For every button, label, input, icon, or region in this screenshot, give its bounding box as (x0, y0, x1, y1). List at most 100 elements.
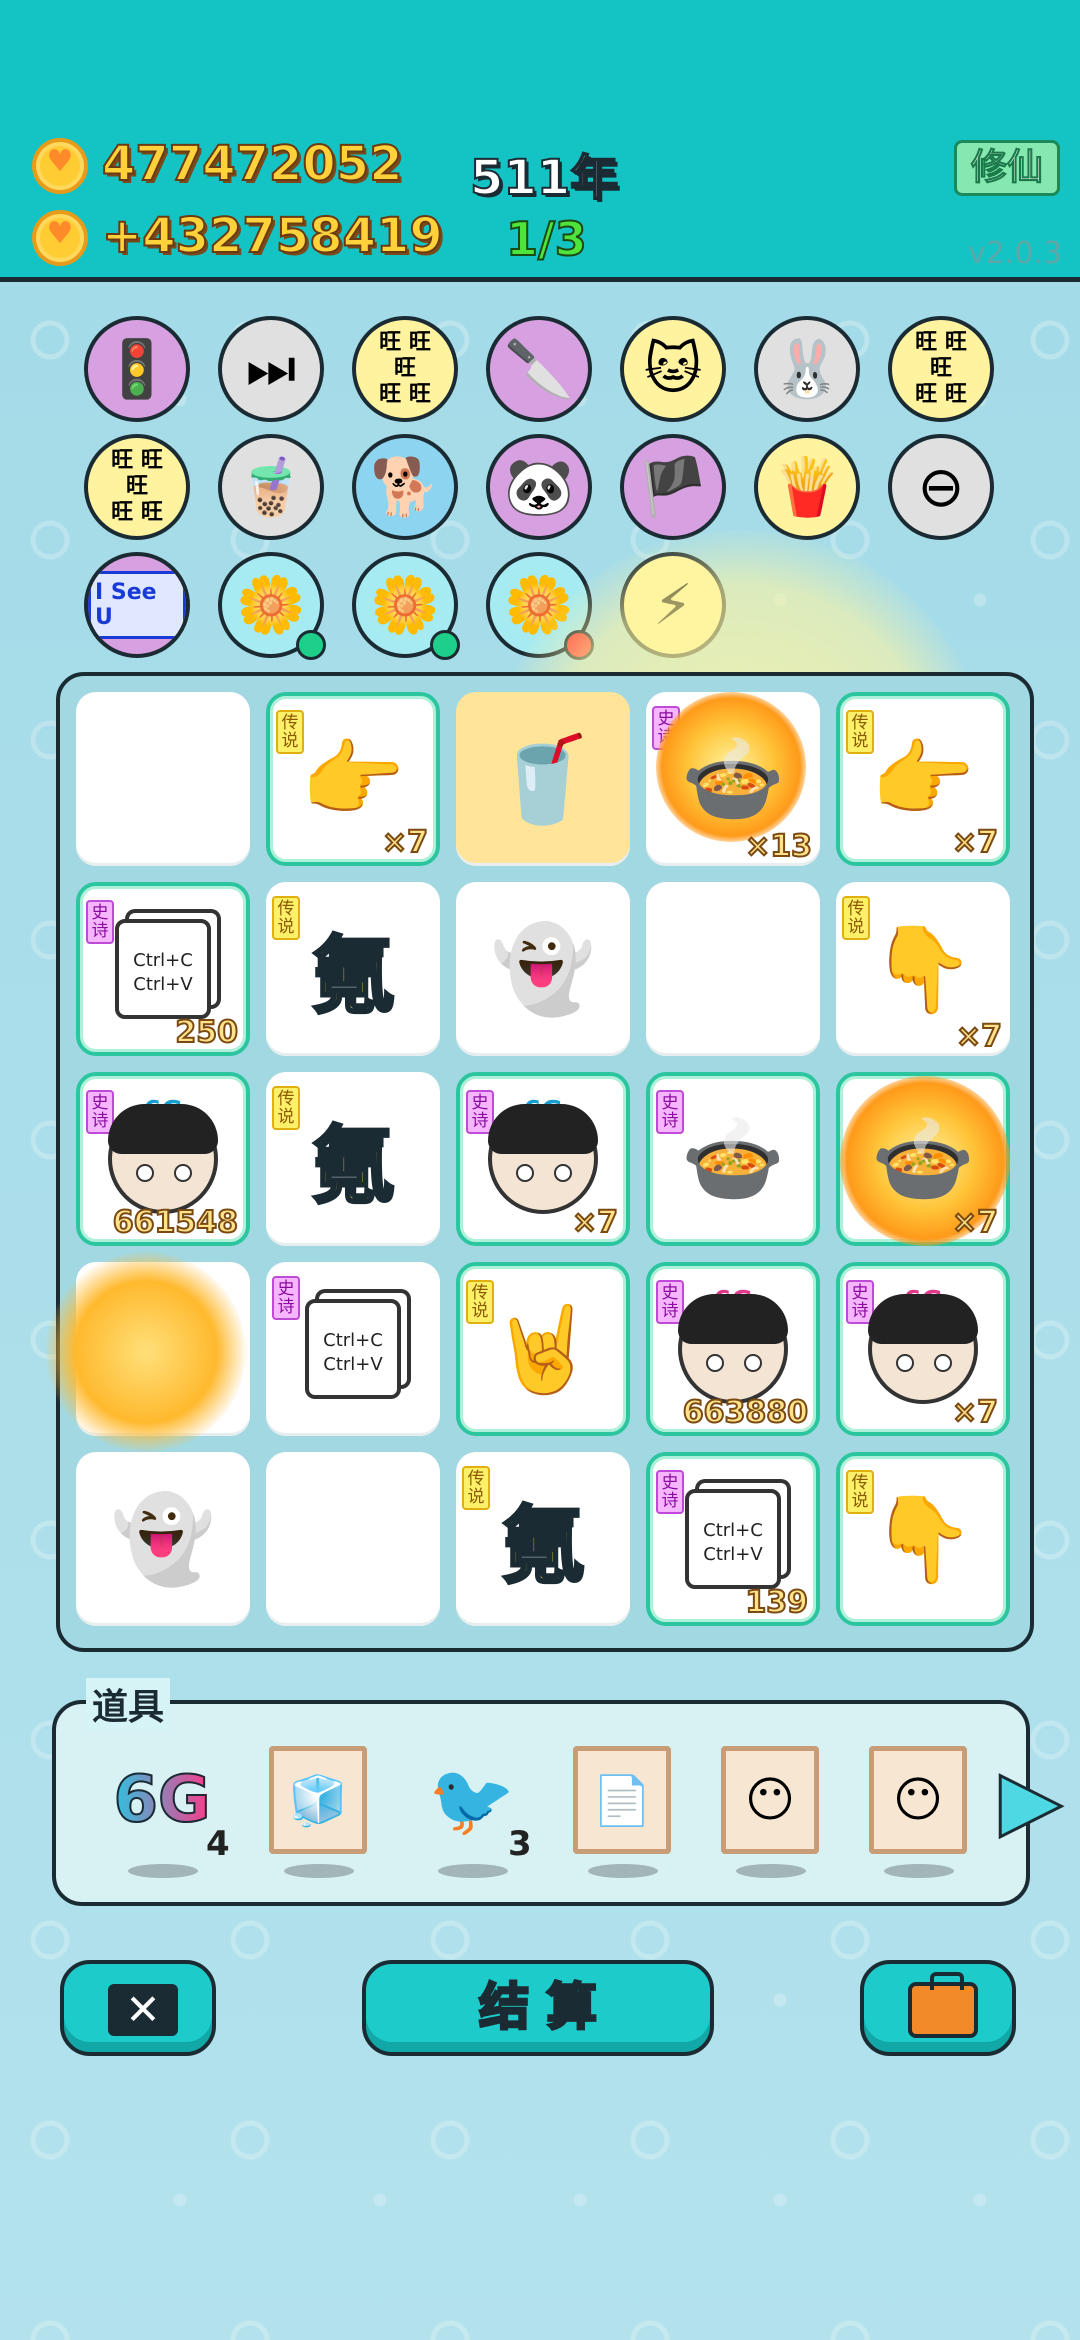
cell-count: ×7 (955, 1018, 1003, 1055)
board-cell[interactable]: 史诗 Ctrl+C Ctrl+V (266, 1262, 440, 1436)
item-shadow (884, 1864, 954, 1878)
board-cell-empty[interactable] (266, 1452, 440, 1626)
flower-pot-icon[interactable]: 🌼 (218, 552, 326, 660)
wang-grid-icon[interactable]: 旺 旺旺旺 旺 (352, 316, 458, 422)
cell-count: 250 (174, 1014, 239, 1051)
ghost-icon: 👻 (110, 1489, 216, 1588)
cell-count: 661548 (112, 1204, 239, 1241)
wang-grid-icon[interactable]: 旺 旺旺旺 旺 (84, 434, 190, 540)
board-cell[interactable]: 传说 🤘 (456, 1262, 630, 1436)
board-cell[interactable]: 🍲 ×7 (836, 1072, 1010, 1246)
cell-count: ×7 (951, 1394, 999, 1431)
board-cell[interactable]: 史诗 6G ×7 (456, 1072, 630, 1246)
cell-count: ×7 (951, 1204, 999, 1241)
coins-rate: +432758419 (101, 207, 444, 265)
board-cell[interactable]: 🥤 (456, 692, 630, 866)
krypton-char: 氪 (309, 925, 396, 1026)
flower-pot-icon[interactable]: 🌼 (352, 552, 460, 660)
copy-paste-text: Ctrl+C Ctrl+V (305, 1299, 401, 1399)
item-bird[interactable]: 🐦 (422, 1744, 522, 1856)
board-cell[interactable]: 👻 (76, 1452, 250, 1626)
coin-burst-effect (46, 1252, 246, 1452)
panda-icon[interactable]: 🐼 (486, 434, 592, 540)
bird-icon: 🐦 (428, 1758, 516, 1841)
board-cell[interactable]: 传说 👉 ×7 (836, 692, 1010, 866)
item-copy-paste[interactable]: 📄 (572, 1744, 672, 1856)
board-cell[interactable]: 传说 氪 (266, 1072, 440, 1246)
item-shadow (736, 1864, 806, 1878)
i-see-u-icon[interactable]: I See U (84, 552, 190, 658)
board-cell[interactable]: 传说 氪 (456, 1452, 630, 1626)
pirate-icon[interactable]: 🏴 (620, 434, 726, 540)
settle-button[interactable]: 结 算 (362, 1960, 714, 2056)
board-cell[interactable]: 史诗 6G 663880 (646, 1262, 820, 1436)
board-cell[interactable]: 传说 👇 ×7 (836, 882, 1010, 1056)
bag-button[interactable] (860, 1960, 1016, 2056)
item-shadow (284, 1864, 354, 1878)
copy-paste-card: Ctrl+C Ctrl+V (266, 1262, 440, 1436)
game-board: 传说 👉 ×7 🥤 史诗 🍲 ×13 传说 👉 ×7 史诗 Ctrl+C Ctr… (46, 672, 1034, 1652)
status-dot (296, 630, 326, 660)
board-cell[interactable] (46, 1252, 250, 1452)
briefcase-icon (908, 1972, 978, 2038)
pressure-cooker-icon: 🍲 (680, 1109, 786, 1208)
board-cell[interactable]: 史诗 Ctrl+C Ctrl+V 139 (646, 1452, 820, 1626)
wang-grid-icon[interactable]: 旺 旺旺旺 旺 (888, 316, 994, 422)
item-fridge[interactable]: 🧊 (268, 1744, 368, 1856)
item-shadow (588, 1864, 658, 1878)
board-cell[interactable]: 史诗 6G 661548 (76, 1072, 250, 1246)
cleaver-icon[interactable]: 🔪 (486, 316, 592, 422)
cell-count: 663880 (682, 1394, 809, 1431)
copy-paste-text: Ctrl+C Ctrl+V (685, 1489, 781, 1589)
board-cell[interactable]: 史诗 🍲 ×13 (646, 692, 820, 866)
items-panel: 6G 4 🧊 🐦 3 📄 😶 😶 (52, 1700, 1030, 1906)
ghost-traffic-light-icon[interactable]: 🚦 (84, 316, 190, 422)
item-6g-label: 6G (112, 1762, 211, 1838)
fridge-icon: 🧊 (269, 1746, 367, 1854)
rock-hand-icon: 🤘 (490, 1299, 596, 1398)
close-button[interactable]: ✕ (60, 1960, 216, 2056)
coin-icon (32, 210, 88, 266)
face-portrait-icon: 😶 (721, 1746, 819, 1854)
board-cell-empty[interactable] (76, 692, 250, 866)
board-cell[interactable]: 传说 👉 ×7 (266, 692, 440, 866)
board-cell[interactable]: 史诗 🍲 (646, 1072, 820, 1246)
cell-count: ×7 (571, 1204, 619, 1241)
fries-icon[interactable]: 🍟 (754, 434, 860, 540)
board-cell[interactable]: 史诗 Ctrl+C Ctrl+V 250 (76, 882, 250, 1056)
board-cell[interactable]: 传说 👇 (836, 1452, 1010, 1626)
dog-icon[interactable]: 🐕 (352, 434, 458, 540)
item-6g[interactable]: 6G (112, 1744, 212, 1856)
cup-icon: 🥤 (490, 729, 596, 828)
cell-count: ×7 (381, 824, 429, 861)
board-cell[interactable]: 史诗 6G ×7 (836, 1262, 1010, 1436)
close-icon: ✕ (108, 1984, 178, 2036)
board-cell[interactable]: 👻 (456, 882, 630, 1056)
krypton-char: 氪 (499, 1495, 586, 1596)
chevron-right-icon[interactable]: ▶ (999, 1750, 1064, 1850)
board-cell[interactable]: 传说 氪 (266, 882, 440, 1056)
cultivate-button[interactable]: 修仙 (954, 140, 1060, 196)
board-cell-empty[interactable] (646, 882, 820, 1056)
rabbit-icon[interactable]: 🐰 (754, 316, 860, 422)
face-portrait-icon: 😶 (869, 1746, 967, 1854)
pointing-hand-icon: 👇 (870, 1489, 976, 1588)
minus-icon[interactable]: ⊖ (888, 434, 994, 540)
item-portrait[interactable]: 😶 (720, 1744, 820, 1856)
ghost-icon: 👻 (490, 919, 596, 1018)
copy-paste-text: Ctrl+C Ctrl+V (115, 919, 211, 1019)
bubble-tea-icon[interactable]: 🧋 (218, 434, 324, 540)
item-shadow (438, 1864, 508, 1878)
status-dot (430, 630, 460, 660)
cell-count: ×13 (744, 828, 813, 865)
item-bird-count: 3 (508, 1824, 532, 1864)
copy-paste-icon: 📄 (573, 1746, 671, 1854)
items-title: 道具 (86, 1678, 171, 1730)
krypton-char: 氪 (309, 1115, 396, 1216)
item-portrait[interactable]: 😶 (868, 1744, 968, 1856)
cat-icon[interactable]: 🐱 (620, 316, 726, 422)
progress-fraction: 1/3 (505, 211, 588, 267)
coin-icon (32, 138, 88, 194)
item-6g-count: 4 (206, 1824, 230, 1864)
skip-icon[interactable]: ⏭ (218, 316, 324, 422)
